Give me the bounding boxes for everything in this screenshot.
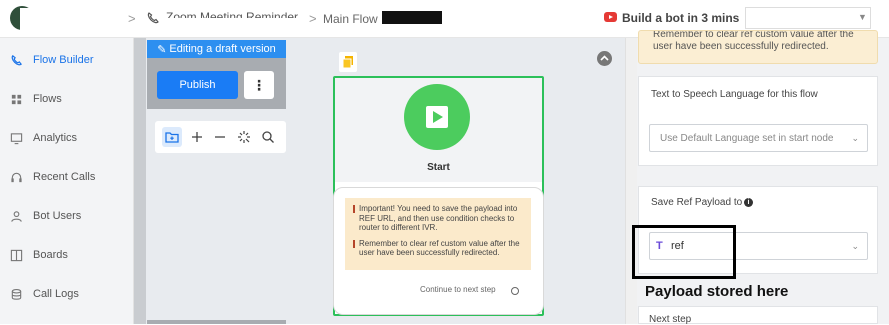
breadcrumb-separator: > — [309, 11, 317, 26]
note-paragraph: Remember to clear ref custom value after… — [353, 239, 525, 258]
youtube-icon — [604, 12, 617, 22]
tts-label: Text to Speech Language for this flow — [651, 89, 818, 100]
connector-handle[interactable] — [511, 287, 519, 295]
account-dropdown[interactable] — [745, 7, 871, 29]
plus-icon[interactable] — [189, 129, 205, 145]
start-node-title: Start — [427, 162, 450, 173]
sidebar-item-recent-calls[interactable]: Recent Calls — [10, 168, 95, 186]
next-step-label: Next step — [649, 314, 692, 325]
board-icon — [10, 249, 23, 261]
canvas-scrollbar[interactable] — [134, 38, 146, 324]
reminder-note: Remember to clear ref custom value after… — [638, 30, 878, 64]
magic-icon[interactable] — [236, 129, 252, 145]
tts-select-value: Use Default Language set in start node — [660, 133, 834, 144]
grid-icon — [11, 94, 22, 104]
start-node-note: Important! You need to save the payload … — [345, 198, 531, 270]
chevron-down-icon: ⌄ — [851, 133, 859, 143]
sidebar-item-analytics[interactable]: Analytics — [10, 129, 77, 147]
search-icon[interactable] — [260, 129, 276, 145]
more-options-button[interactable]: ⋮ — [244, 71, 274, 99]
edit-icon: ✎ — [157, 43, 167, 56]
draft-label: Editing a draft version — [169, 43, 276, 55]
sidebar-item-label: Call Logs — [33, 288, 79, 300]
tts-language-select[interactable]: Use Default Language set in start node ⌄ — [649, 124, 868, 152]
sidebar-item-flows[interactable]: Flows — [10, 90, 62, 108]
ref-payload-label: Save Ref Payload to — [651, 197, 743, 208]
logo-text-area — [20, 8, 116, 30]
breadcrumb-main-flow[interactable]: Main Flow — [323, 12, 378, 26]
sidebar-item-bot-users[interactable]: Bot Users — [10, 207, 81, 225]
canvas-toolbar — [155, 121, 286, 153]
sidebar-item-call-logs[interactable]: Call Logs — [10, 285, 79, 303]
annotation-text: Payload stored here — [645, 283, 789, 300]
sidebar-item-boards[interactable]: Boards — [10, 246, 68, 264]
minus-icon[interactable] — [212, 129, 228, 145]
breadcrumb-separator: > — [128, 11, 136, 26]
flow-name-mask — [164, 18, 304, 32]
sidebar-item-label: Boards — [33, 249, 68, 261]
database-icon — [11, 288, 22, 300]
copy-icon[interactable] — [339, 52, 357, 72]
headset-icon — [11, 172, 22, 182]
annotation-highlight-box — [632, 225, 736, 279]
continue-next-step[interactable]: Continue to next step — [420, 285, 496, 294]
user-icon — [11, 210, 22, 222]
build-bot-link[interactable]: Build a bot in 3 mins — [622, 11, 739, 25]
sidebar-item-label: Flows — [33, 93, 62, 105]
publish-button[interactable]: Publish — [157, 71, 238, 99]
reminder-text: Remember to clear ref custom value after… — [653, 30, 854, 52]
chevron-down-icon: ⌄ — [851, 241, 859, 251]
sidebar-item-flow-builder[interactable]: Flow Builder — [10, 51, 94, 69]
flow-phone-icon — [147, 12, 159, 24]
scroll-up-icon[interactable] — [597, 51, 612, 66]
play-triangle — [433, 111, 443, 123]
bottom-panel-edge — [147, 320, 286, 324]
sidebar-item-label: Flow Builder — [33, 54, 94, 66]
note-paragraph: Important! You need to save the payload … — [353, 204, 525, 233]
folder-icon[interactable] — [162, 127, 182, 147]
right-panel-scrollbar[interactable] — [625, 38, 637, 324]
sidebar: Flow Builder Flows Analytics Recent Call… — [0, 38, 134, 324]
sidebar-item-label: Analytics — [33, 132, 78, 144]
flow-builder-icon — [11, 54, 22, 65]
chevron-down-icon: ▼ — [858, 12, 867, 22]
redacted-label — [382, 11, 442, 24]
info-icon[interactable]: i — [744, 198, 753, 207]
sidebar-item-label: Bot Users — [33, 210, 82, 222]
sidebar-item-label: Recent Calls — [33, 171, 96, 183]
analytics-icon — [10, 132, 23, 144]
draft-banner: ✎ Editing a draft version — [147, 40, 286, 58]
